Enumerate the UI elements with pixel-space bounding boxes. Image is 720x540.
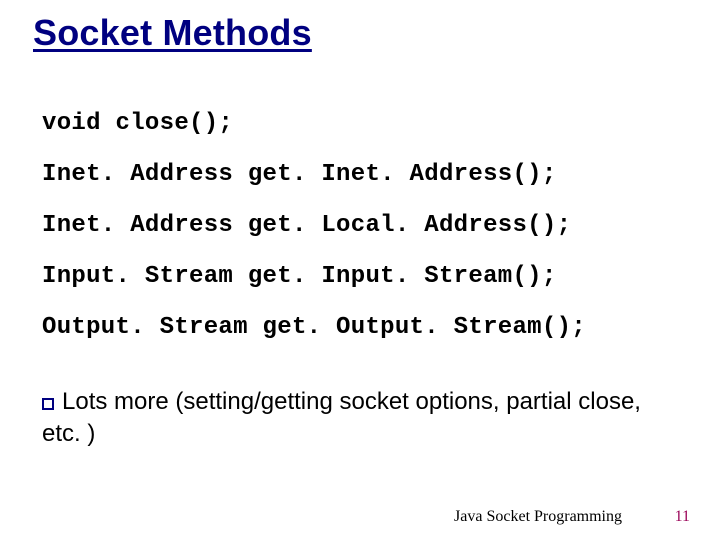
method-getinputstream: Input. Stream get. Input. Stream();: [42, 263, 662, 290]
method-getinetaddress: Inet. Address get. Inet. Address();: [42, 161, 662, 188]
note-text: Lots more (setting/getting socket option…: [42, 388, 641, 447]
page-number: 11: [675, 508, 690, 526]
square-bullet-icon: [42, 398, 54, 410]
method-getoutputstream: Output. Stream get. Output. Stream();: [42, 314, 662, 341]
slide: Socket Methods void close(); Inet. Addre…: [0, 0, 720, 540]
method-close: void close();: [42, 110, 662, 137]
method-getlocaladdress: Inet. Address get. Local. Address();: [42, 212, 662, 239]
methods-list: void close(); Inet. Address get. Inet. A…: [42, 110, 662, 365]
note-line: Lots more (setting/getting socket option…: [42, 386, 652, 451]
slide-title: Socket Methods: [33, 12, 312, 54]
footer-title: Java Socket Programming: [454, 508, 622, 526]
